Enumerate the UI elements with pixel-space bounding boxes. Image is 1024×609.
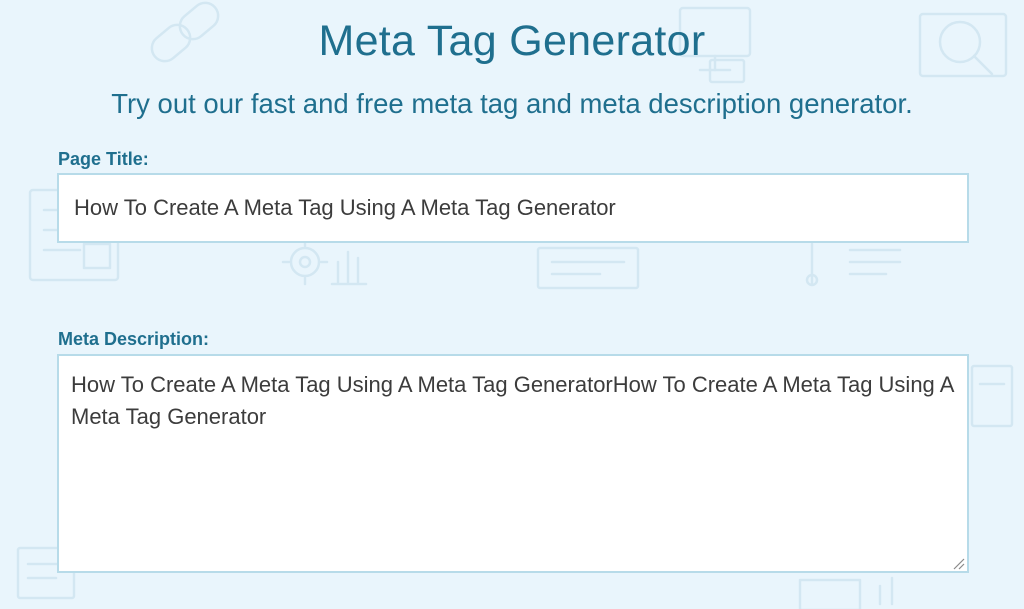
gear-icon	[281, 238, 329, 286]
document-icon	[536, 246, 640, 290]
laptop-icon	[970, 364, 1014, 428]
bar-chart-icon	[798, 576, 894, 609]
page-title-label: Page Title:	[58, 149, 149, 169]
resize-grip-icon[interactable]	[951, 556, 965, 570]
page-subtitle: Try out our fast and free meta tag and m…	[111, 88, 913, 119]
meta-description-label: Meta Description:	[58, 329, 210, 349]
page-title: Meta Tag Generator	[318, 17, 706, 65]
pen-icon	[805, 242, 902, 287]
meta-description-textarea[interactable]: How To Create A Meta Tag Using A Meta Ta…	[57, 354, 969, 573]
page-title-input[interactable]	[57, 173, 969, 243]
bar-chart-icon	[330, 250, 368, 286]
